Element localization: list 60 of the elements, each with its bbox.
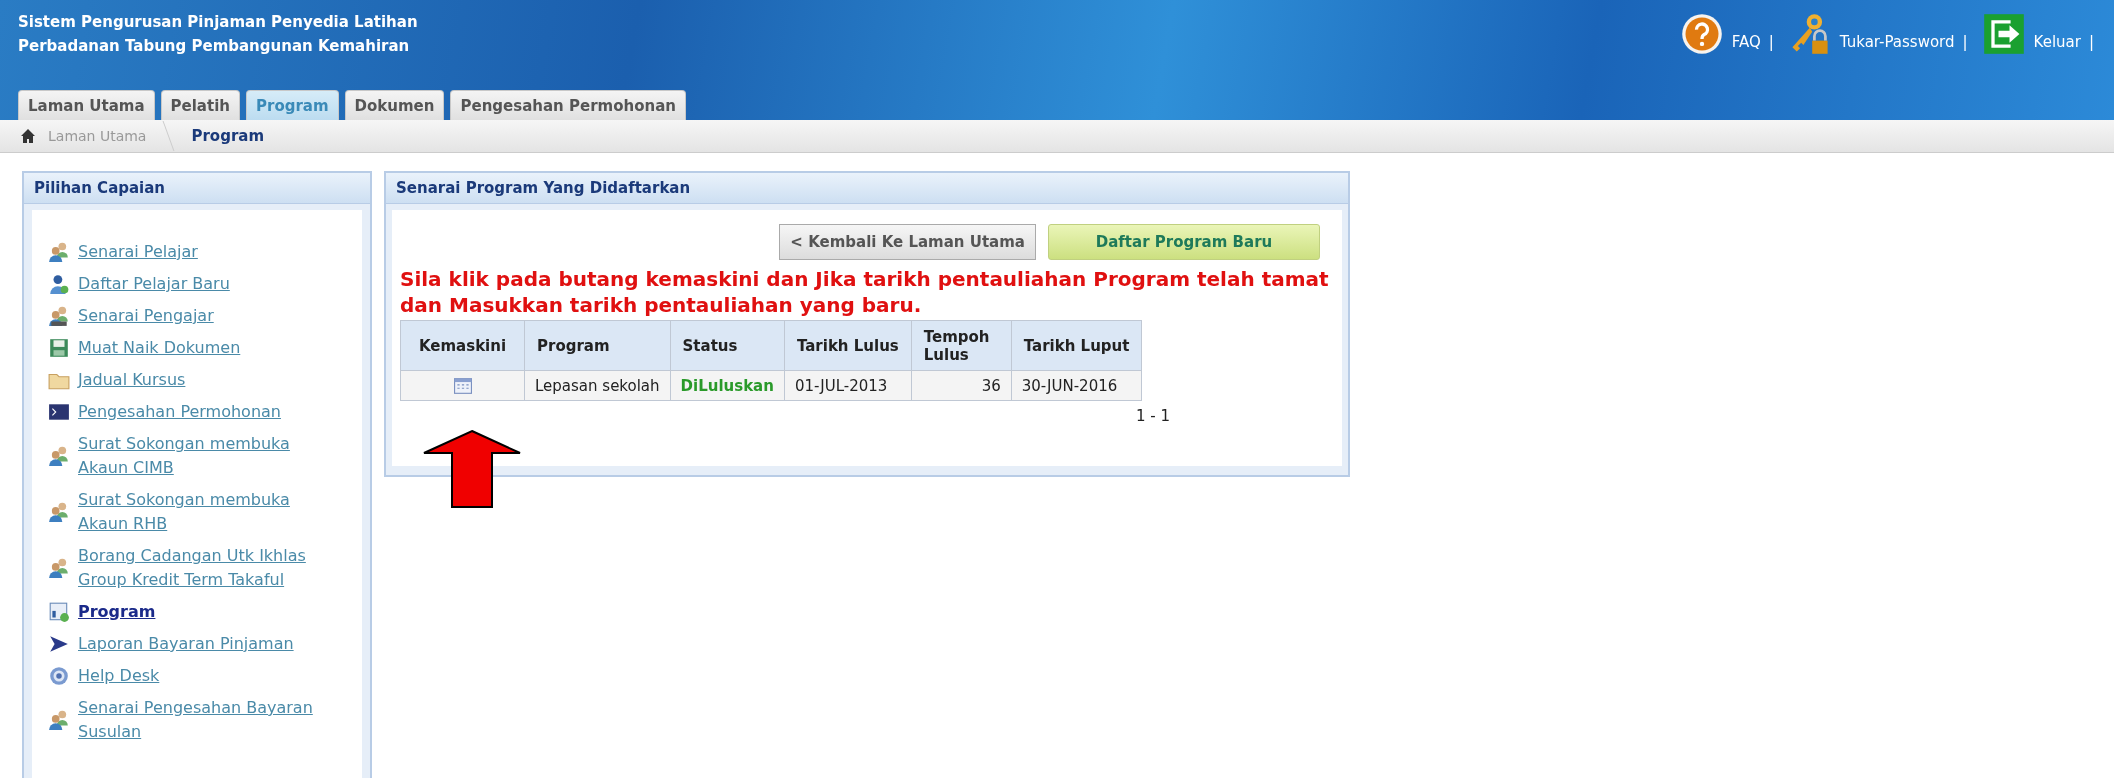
breadcrumb-link[interactable]: Program bbox=[181, 127, 265, 145]
sidebar-link[interactable]: Senarai Pengajar bbox=[78, 304, 318, 328]
column-header: Program bbox=[524, 320, 671, 371]
people-icon bbox=[48, 445, 70, 467]
table-cell: DiLuluskan bbox=[670, 370, 785, 401]
sidebar-link[interactable]: Program bbox=[78, 600, 318, 624]
sidebar-link[interactable]: Senarai Pelajar bbox=[78, 240, 318, 264]
calendar-icon[interactable] bbox=[453, 378, 472, 394]
register-button[interactable]: Daftar Program Baru bbox=[1048, 224, 1320, 260]
home-icon[interactable] bbox=[20, 128, 36, 144]
sidebar-link[interactable]: Senarai Pengesahan Bayaran Susulan bbox=[78, 696, 318, 744]
nav-tab[interactable]: Dokumen bbox=[344, 90, 445, 120]
sidebar-link[interactable]: Borang Cadangan Utk Ikhlas Group Kredit Term Takaful bbox=[78, 544, 318, 592]
panel-title: Pilihan Capaian bbox=[24, 173, 370, 204]
link-separator: | bbox=[2088, 33, 2094, 51]
nav-tab[interactable]: Program bbox=[246, 90, 339, 120]
people-icon bbox=[48, 241, 70, 263]
people-icon bbox=[48, 557, 70, 579]
column-header: Tarikh Lulus bbox=[784, 320, 912, 371]
sidebar-link[interactable]: Daftar Pelajar Baru bbox=[78, 272, 318, 296]
sidebar-link[interactable]: Surat Sokongan membuka Akaun CIMB bbox=[78, 432, 318, 480]
back-button[interactable]: < Kembali Ke Laman Utama bbox=[779, 224, 1036, 260]
table-cell: 36 bbox=[911, 370, 1012, 401]
sidebar-link[interactable]: Help Desk bbox=[78, 664, 318, 688]
table-cell: 01-JUL-2013 bbox=[784, 370, 912, 401]
play-icon bbox=[48, 633, 70, 655]
table-cell: Lepasan sekolah bbox=[524, 370, 671, 401]
nav-tab[interactable]: Pelatih bbox=[160, 90, 240, 120]
header-link[interactable]: FAQ bbox=[1731, 33, 1761, 51]
terminal-icon bbox=[48, 401, 70, 423]
header-link[interactable]: Tukar-Password bbox=[1839, 33, 1955, 51]
sidebar-link[interactable]: Muat Naik Dokumen bbox=[78, 336, 318, 360]
app-title: Perbadanan Tabung Pembangunan Kemahiran bbox=[18, 36, 411, 57]
help-icon bbox=[48, 665, 70, 687]
sidebar-link[interactable]: Pengesahan Permohonan bbox=[78, 400, 318, 424]
column-header: Tempoh Lulus bbox=[911, 320, 1012, 371]
sidebar-link[interactable]: Surat Sokongan membuka Akaun RHB bbox=[78, 488, 318, 536]
column-header: Kemaskini bbox=[400, 320, 525, 371]
app-title: Sistem Pengurusan Pinjaman Penyedia Latihan bbox=[18, 12, 418, 33]
nav-tab[interactable]: Laman Utama bbox=[18, 90, 155, 120]
table-cell: 30-JUN-2016 bbox=[1011, 370, 1142, 401]
sidebar-link[interactable]: Laporan Bayaran Pinjaman bbox=[78, 632, 318, 656]
people-icon bbox=[48, 501, 70, 523]
link-separator: | bbox=[1962, 33, 1968, 51]
pagination-text: 1 - 1 bbox=[1135, 407, 1171, 425]
help-icon[interactable] bbox=[1679, 12, 1724, 56]
exit-icon[interactable] bbox=[1981, 12, 2026, 56]
nav-tab[interactable]: Pengesahan Permohonan bbox=[450, 90, 686, 120]
people-icon bbox=[48, 709, 70, 731]
notice-text: Sila klik pada butang kemaskini dan Jika tarikh pentauliahan Program telah tamat dan Masukkan tarikh pentauliahan yang baru. bbox=[400, 266, 1330, 318]
sidebar-link[interactable]: Jadual Kursus bbox=[78, 368, 318, 392]
header-link[interactable]: Keluar bbox=[2033, 33, 2081, 51]
breadcrumb-link[interactable]: Laman Utama bbox=[48, 128, 147, 144]
column-header: Tarikh Luput bbox=[1011, 320, 1142, 371]
person-icon bbox=[48, 273, 70, 295]
program-icon bbox=[48, 601, 70, 623]
group-icon bbox=[48, 305, 70, 327]
panel-title: Senarai Program Yang Didaftarkan bbox=[386, 173, 1348, 204]
column-header: Status bbox=[670, 320, 785, 371]
link-separator: | bbox=[1768, 33, 1774, 51]
